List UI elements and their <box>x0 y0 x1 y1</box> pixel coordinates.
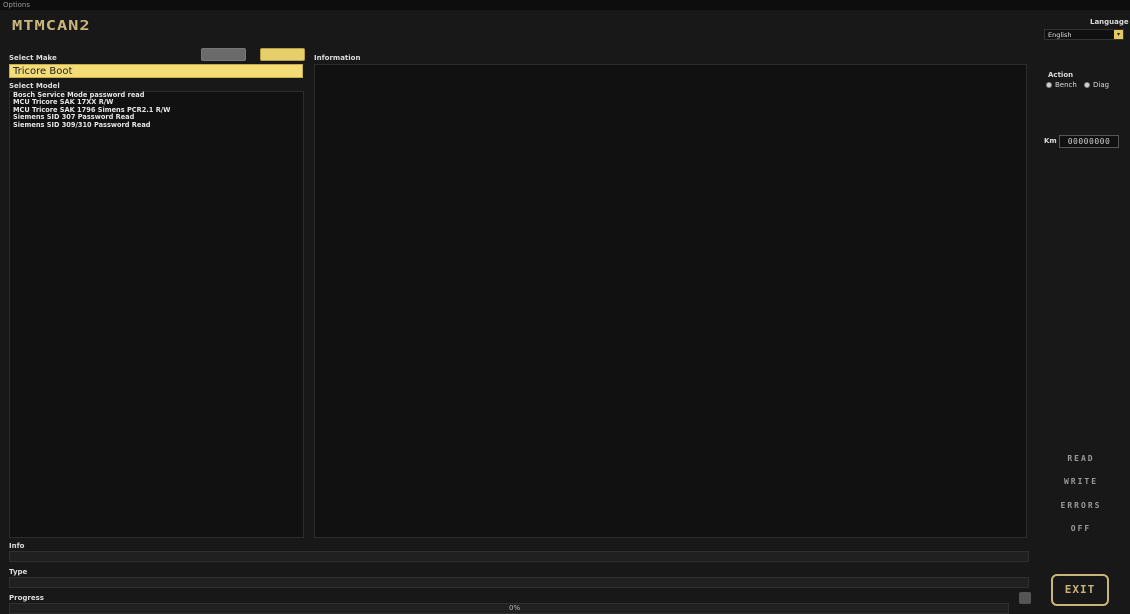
app-logo: MTMCAN2 <box>12 18 91 34</box>
write-button[interactable]: WRITE <box>1046 477 1116 486</box>
information-panel <box>314 64 1027 538</box>
read-button[interactable]: READ <box>1046 454 1116 463</box>
info-label: Info <box>9 542 25 550</box>
select-make-label: Select Make <box>9 54 57 62</box>
type-bar <box>9 577 1029 588</box>
info-bar <box>9 551 1029 562</box>
window-title: Options <box>3 1 31 9</box>
km-label: Km <box>1044 137 1057 145</box>
chevron-down-icon[interactable]: ▾ <box>1114 30 1123 39</box>
model-list[interactable]: Bosch Service Mode password read MCU Tri… <box>9 91 304 538</box>
settings-icon[interactable] <box>1019 592 1031 604</box>
progress-label: Progress <box>9 594 44 602</box>
select-model-label: Select Model <box>9 82 60 90</box>
diag-label: Diag <box>1093 81 1110 89</box>
title-bar: Options <box>0 0 1130 10</box>
action-label: Action <box>1048 71 1074 79</box>
language-select[interactable]: English ▾ <box>1044 29 1124 40</box>
bench-radio[interactable] <box>1046 82 1052 88</box>
language-label: Language <box>1090 18 1129 26</box>
bench-label: Bench <box>1055 81 1077 89</box>
open-button[interactable] <box>201 48 246 61</box>
km-field[interactable]: 00000000 <box>1059 135 1119 148</box>
type-label: Type <box>9 568 28 576</box>
diag-radio[interactable] <box>1084 82 1090 88</box>
errors-button[interactable]: ERRORS <box>1046 501 1116 510</box>
list-item[interactable]: Siemens SID 309/310 Password Read <box>10 121 303 129</box>
off-button[interactable]: OFF <box>1046 524 1116 533</box>
make-select[interactable]: Tricore Boot <box>9 64 303 78</box>
information-label: Information <box>314 54 361 62</box>
exit-button[interactable]: EXIT <box>1051 574 1109 606</box>
connect-button[interactable] <box>260 48 305 61</box>
progress-value: 0% <box>509 604 521 612</box>
language-value: English <box>1048 31 1072 39</box>
